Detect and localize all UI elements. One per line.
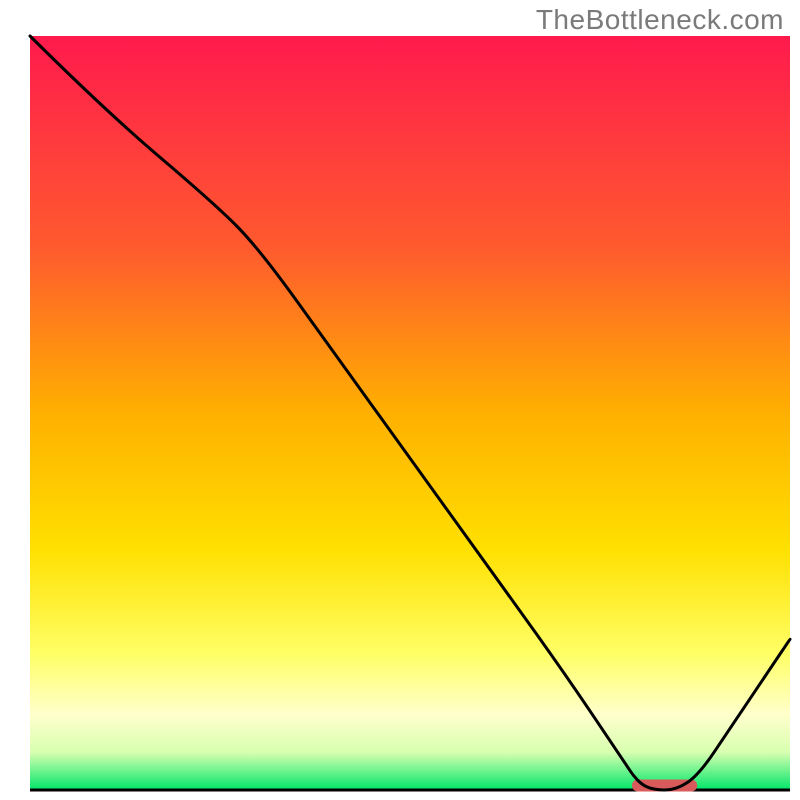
bottleneck-chart: TheBottleneck.com [0,0,800,800]
chart-svg [0,0,800,800]
watermark-text: TheBottleneck.com [536,4,784,36]
gradient-background [30,36,790,790]
